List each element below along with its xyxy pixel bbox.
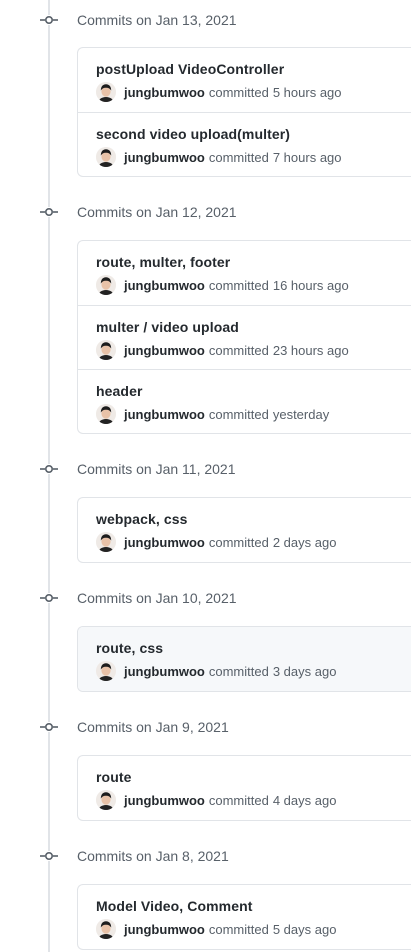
commit-meta: jungbumwoo committed 3 days ago [96,661,399,681]
relative-time: 5 days ago [272,921,337,937]
author-link[interactable]: jungbumwoo [124,664,205,679]
commit-message-link[interactable]: route, multer, footer [96,253,399,271]
avatar[interactable] [96,82,116,102]
commit-group-header: Commits on Jan 8, 2021 [0,836,411,876]
avatar[interactable] [96,275,116,295]
committed-label: committed [208,277,269,293]
avatar[interactable] [96,340,116,360]
commit-timeline: Commits on Jan 13, 2021 postUpload Video… [0,0,411,952]
git-commit-icon [40,593,58,603]
commit-list: Model Video, Comment jungbumwoo committe… [77,884,411,950]
commit-message-link[interactable]: webpack, css [96,510,399,528]
commit-list: route, css jungbumwoo committed 3 days a… [77,626,411,692]
relative-time: 7 hours ago [272,149,342,165]
commit-group: Commits on Jan 12, 2021 route, multer, f… [0,192,411,434]
commit-group-header: Commits on Jan 10, 2021 [0,578,411,618]
commit-item[interactable]: postUpload VideoController jungbumwoo co… [78,48,411,112]
git-commit-icon [40,722,58,732]
committed-label: committed [208,84,269,100]
author-link[interactable]: jungbumwoo [124,922,205,937]
avatar[interactable] [96,790,116,810]
commit-list: postUpload VideoController jungbumwoo co… [77,47,411,177]
committed-label: committed [208,342,269,358]
git-commit-icon [40,207,58,217]
committed-label: committed [208,534,269,550]
commit-item[interactable]: header jungbumwoo committed yesterday [78,369,411,433]
avatar[interactable] [96,532,116,552]
relative-time: 23 hours ago [272,342,349,358]
commit-meta: jungbumwoo committed 2 days ago [96,532,399,552]
commit-meta: jungbumwoo committed 4 days ago [96,790,399,810]
author-link[interactable]: jungbumwoo [124,278,205,293]
commit-list: webpack, css jungbumwoo committed 2 days… [77,497,411,563]
commit-message-link[interactable]: postUpload VideoController [96,60,399,78]
commit-meta: jungbumwoo committed 5 hours ago [96,82,399,102]
relative-time: 4 days ago [272,792,337,808]
commit-group-header: Commits on Jan 12, 2021 [0,192,411,232]
author-link[interactable]: jungbumwoo [124,150,205,165]
committed-label: committed [208,663,269,679]
committed-label: committed [208,149,269,165]
commit-group-header: Commits on Jan 13, 2021 [0,0,411,40]
commit-item[interactable]: route, multer, footer jungbumwoo committ… [78,241,411,305]
commit-group-title: Commits on Jan 13, 2021 [77,12,237,28]
commit-message-link[interactable]: route [96,768,399,786]
commit-group-title: Commits on Jan 11, 2021 [77,461,236,477]
commit-group-header: Commits on Jan 11, 2021 [0,449,411,489]
commit-item[interactable]: route jungbumwoo committed 4 days ago [78,756,411,820]
committed-label: committed [208,921,269,937]
relative-time: 3 days ago [272,663,337,679]
commit-message-link[interactable]: multer / video upload [96,318,399,336]
commit-message-link[interactable]: Model Video, Comment [96,897,399,915]
commit-group-title: Commits on Jan 10, 2021 [77,590,237,606]
commit-item[interactable]: multer / video upload jungbumwoo committ… [78,305,411,369]
commit-meta: jungbumwoo committed 5 days ago [96,919,399,939]
commit-group-header: Commits on Jan 9, 2021 [0,707,411,747]
relative-time: yesterday [272,406,330,422]
relative-time: 5 hours ago [272,84,342,100]
commit-item[interactable]: second video upload(multer) jungbumwoo c… [78,112,411,176]
commit-meta: jungbumwoo committed 23 hours ago [96,340,399,360]
relative-time: 2 days ago [272,534,337,550]
commit-group: Commits on Jan 11, 2021 webpack, css jun… [0,449,411,563]
commit-item[interactable]: webpack, css jungbumwoo committed 2 days… [78,498,411,562]
relative-time: 16 hours ago [272,277,349,293]
commit-item[interactable]: Model Video, Comment jungbumwoo committe… [78,885,411,949]
git-commit-icon [40,15,58,25]
commit-message-link[interactable]: header [96,382,399,400]
commit-group-title: Commits on Jan 12, 2021 [77,204,237,220]
commit-meta: jungbumwoo committed yesterday [96,404,399,424]
commit-group-title: Commits on Jan 9, 2021 [77,719,229,735]
commit-group: Commits on Jan 10, 2021 route, css jungb… [0,578,411,692]
commit-message-link[interactable]: route, css [96,639,399,657]
commit-message-link[interactable]: second video upload(multer) [96,125,399,143]
commit-meta: jungbumwoo committed 7 hours ago [96,147,399,167]
avatar[interactable] [96,147,116,167]
commit-list: route jungbumwoo committed 4 days ago [77,755,411,821]
author-link[interactable]: jungbumwoo [124,407,205,422]
commit-meta: jungbumwoo committed 16 hours ago [96,275,399,295]
commit-group: Commits on Jan 13, 2021 postUpload Video… [0,0,411,177]
author-link[interactable]: jungbumwoo [124,535,205,550]
avatar[interactable] [96,661,116,681]
git-commit-icon [40,851,58,861]
avatar[interactable] [96,919,116,939]
commit-group: Commits on Jan 9, 2021 route jungbumwoo … [0,707,411,821]
commit-item[interactable]: route, css jungbumwoo committed 3 days a… [78,627,411,691]
committed-label: committed [208,792,269,808]
commit-group: Commits on Jan 8, 2021 Model Video, Comm… [0,836,411,950]
git-commit-icon [40,464,58,474]
author-link[interactable]: jungbumwoo [124,793,205,808]
author-link[interactable]: jungbumwoo [124,343,205,358]
avatar[interactable] [96,404,116,424]
commit-group-title: Commits on Jan 8, 2021 [77,848,229,864]
committed-label: committed [208,406,269,422]
author-link[interactable]: jungbumwoo [124,85,205,100]
commit-list: route, multer, footer jungbumwoo committ… [77,240,411,434]
